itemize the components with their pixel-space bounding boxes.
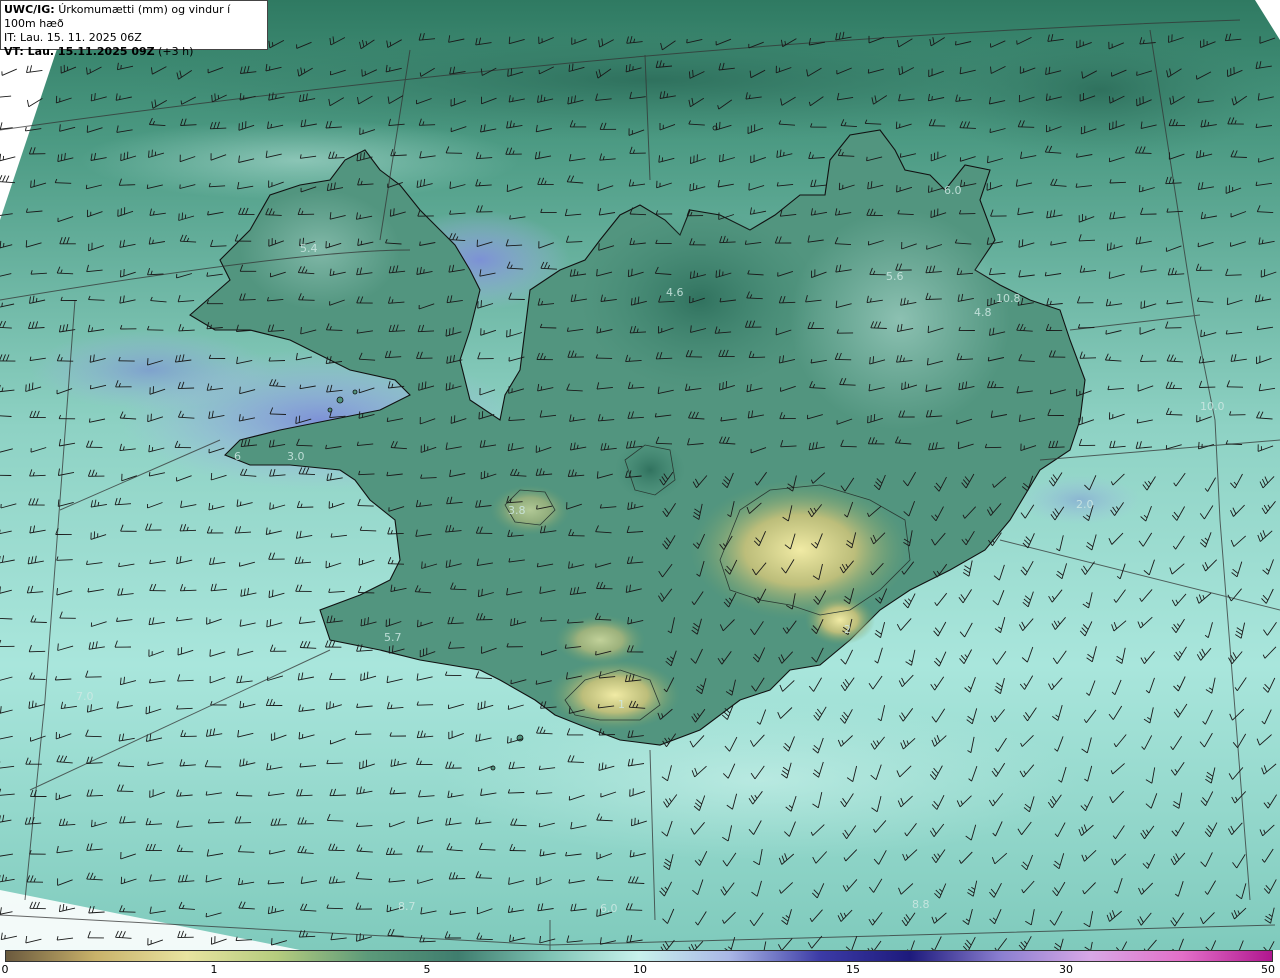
init-time: IT: Lau. 15. 11. 2025 06Z (4, 31, 142, 44)
map-label: 8.8 (912, 898, 930, 911)
map-label: 6.0 (600, 902, 618, 915)
colorbar-tick: 10 (633, 963, 647, 976)
title-row: UWC/IG: Úrkomumætti (mm) og vindur í 100… (4, 3, 264, 31)
model-code: UWC/IG: (4, 3, 55, 16)
valid-time: VT: Lau. 15.11.2025 09Z (4, 45, 155, 58)
weather-map: 5.4 4.6 5.6 6.0 4.8 10.8 6 3.8 5.7 2 1 7… (0, 0, 1280, 950)
map-label: 2 (844, 623, 851, 636)
map-label: 1 (618, 698, 625, 711)
colorbar-tick: 1 (210, 963, 218, 976)
colorbar-tick: 0 (1, 963, 9, 976)
colorbar-tick: 30 (1059, 963, 1073, 976)
map-label: 3.8 (508, 504, 526, 517)
map-label: 5.7 (384, 631, 402, 644)
map-label: 5.6 (886, 270, 904, 283)
map-label: 4.6 (666, 286, 684, 299)
valid-time-row: VT: Lau. 15.11.2025 09Z (+3 h) (4, 45, 264, 59)
map-label: 7.0 (76, 690, 94, 703)
map-label: 4.8 (974, 306, 992, 319)
map-label: 5.4 (300, 242, 318, 255)
colorbar-gradient (5, 950, 1273, 962)
map-info-box: UWC/IG: Úrkomumætti (mm) og vindur í 100… (0, 0, 268, 58)
map-label: 3.0 (287, 450, 305, 463)
map-label: 10.8 (996, 292, 1021, 305)
forecast-offset: (+3 h) (158, 45, 194, 58)
map-label: 10.0 (1200, 400, 1225, 413)
map-label: 6.0 (944, 184, 962, 197)
colorbar: 0 1 5 10 15 30 50 (0, 950, 1280, 978)
colorbar-tick: 5 (423, 963, 431, 976)
map-label: 8.7 (398, 900, 416, 913)
map-label: 2.0 (1076, 498, 1094, 511)
colorbar-tick: 50 (1261, 963, 1275, 976)
colorbar-tick: 15 (846, 963, 860, 976)
map-label: 6 (234, 450, 241, 463)
